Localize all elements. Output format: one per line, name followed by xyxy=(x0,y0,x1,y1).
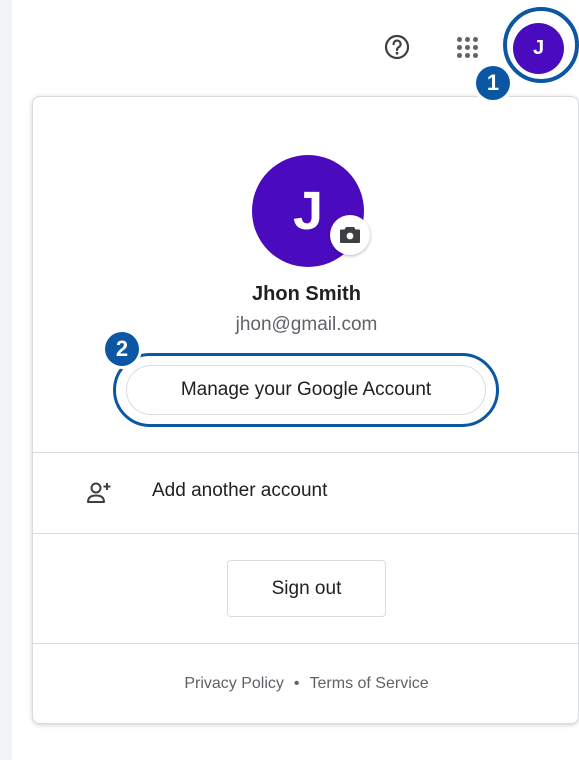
profile-avatar-letter: J xyxy=(292,181,324,241)
sign-out-button[interactable]: Sign out xyxy=(227,560,386,617)
apps-grid-icon xyxy=(456,36,478,58)
page: J 1 J Jhon Smith jhon@gmail.com Manage y… xyxy=(0,0,579,760)
background-strip xyxy=(0,0,12,760)
divider xyxy=(33,533,579,534)
privacy-policy-link[interactable]: Privacy Policy xyxy=(184,675,284,692)
apps-button[interactable] xyxy=(447,27,487,67)
step-callout-1: 1 xyxy=(476,66,510,100)
add-person-icon xyxy=(87,482,111,503)
callout-number: 1 xyxy=(486,70,500,95)
change-photo-button[interactable] xyxy=(330,215,370,255)
account-menu-card: J Jhon Smith jhon@gmail.com Manage your … xyxy=(32,96,579,724)
camera-icon xyxy=(340,227,360,243)
add-account-label: Add another account xyxy=(152,480,328,501)
step-callout-2: 2 xyxy=(105,332,139,366)
avatar-letter: J xyxy=(532,37,545,59)
user-name: Jhon Smith xyxy=(252,283,361,305)
account-avatar-button[interactable]: J xyxy=(513,23,564,74)
footer-links: Privacy Policy • Terms of Service xyxy=(33,675,579,693)
divider xyxy=(33,643,579,644)
callout-number: 2 xyxy=(115,336,129,361)
manage-account-button[interactable]: Manage your Google Account xyxy=(126,365,486,415)
help-circle-icon xyxy=(384,34,410,60)
terms-of-service-link[interactable]: Terms of Service xyxy=(310,675,429,692)
footer-separator: • xyxy=(293,675,300,692)
add-account-button[interactable]: Add another account xyxy=(33,453,579,533)
help-button[interactable] xyxy=(377,27,417,67)
